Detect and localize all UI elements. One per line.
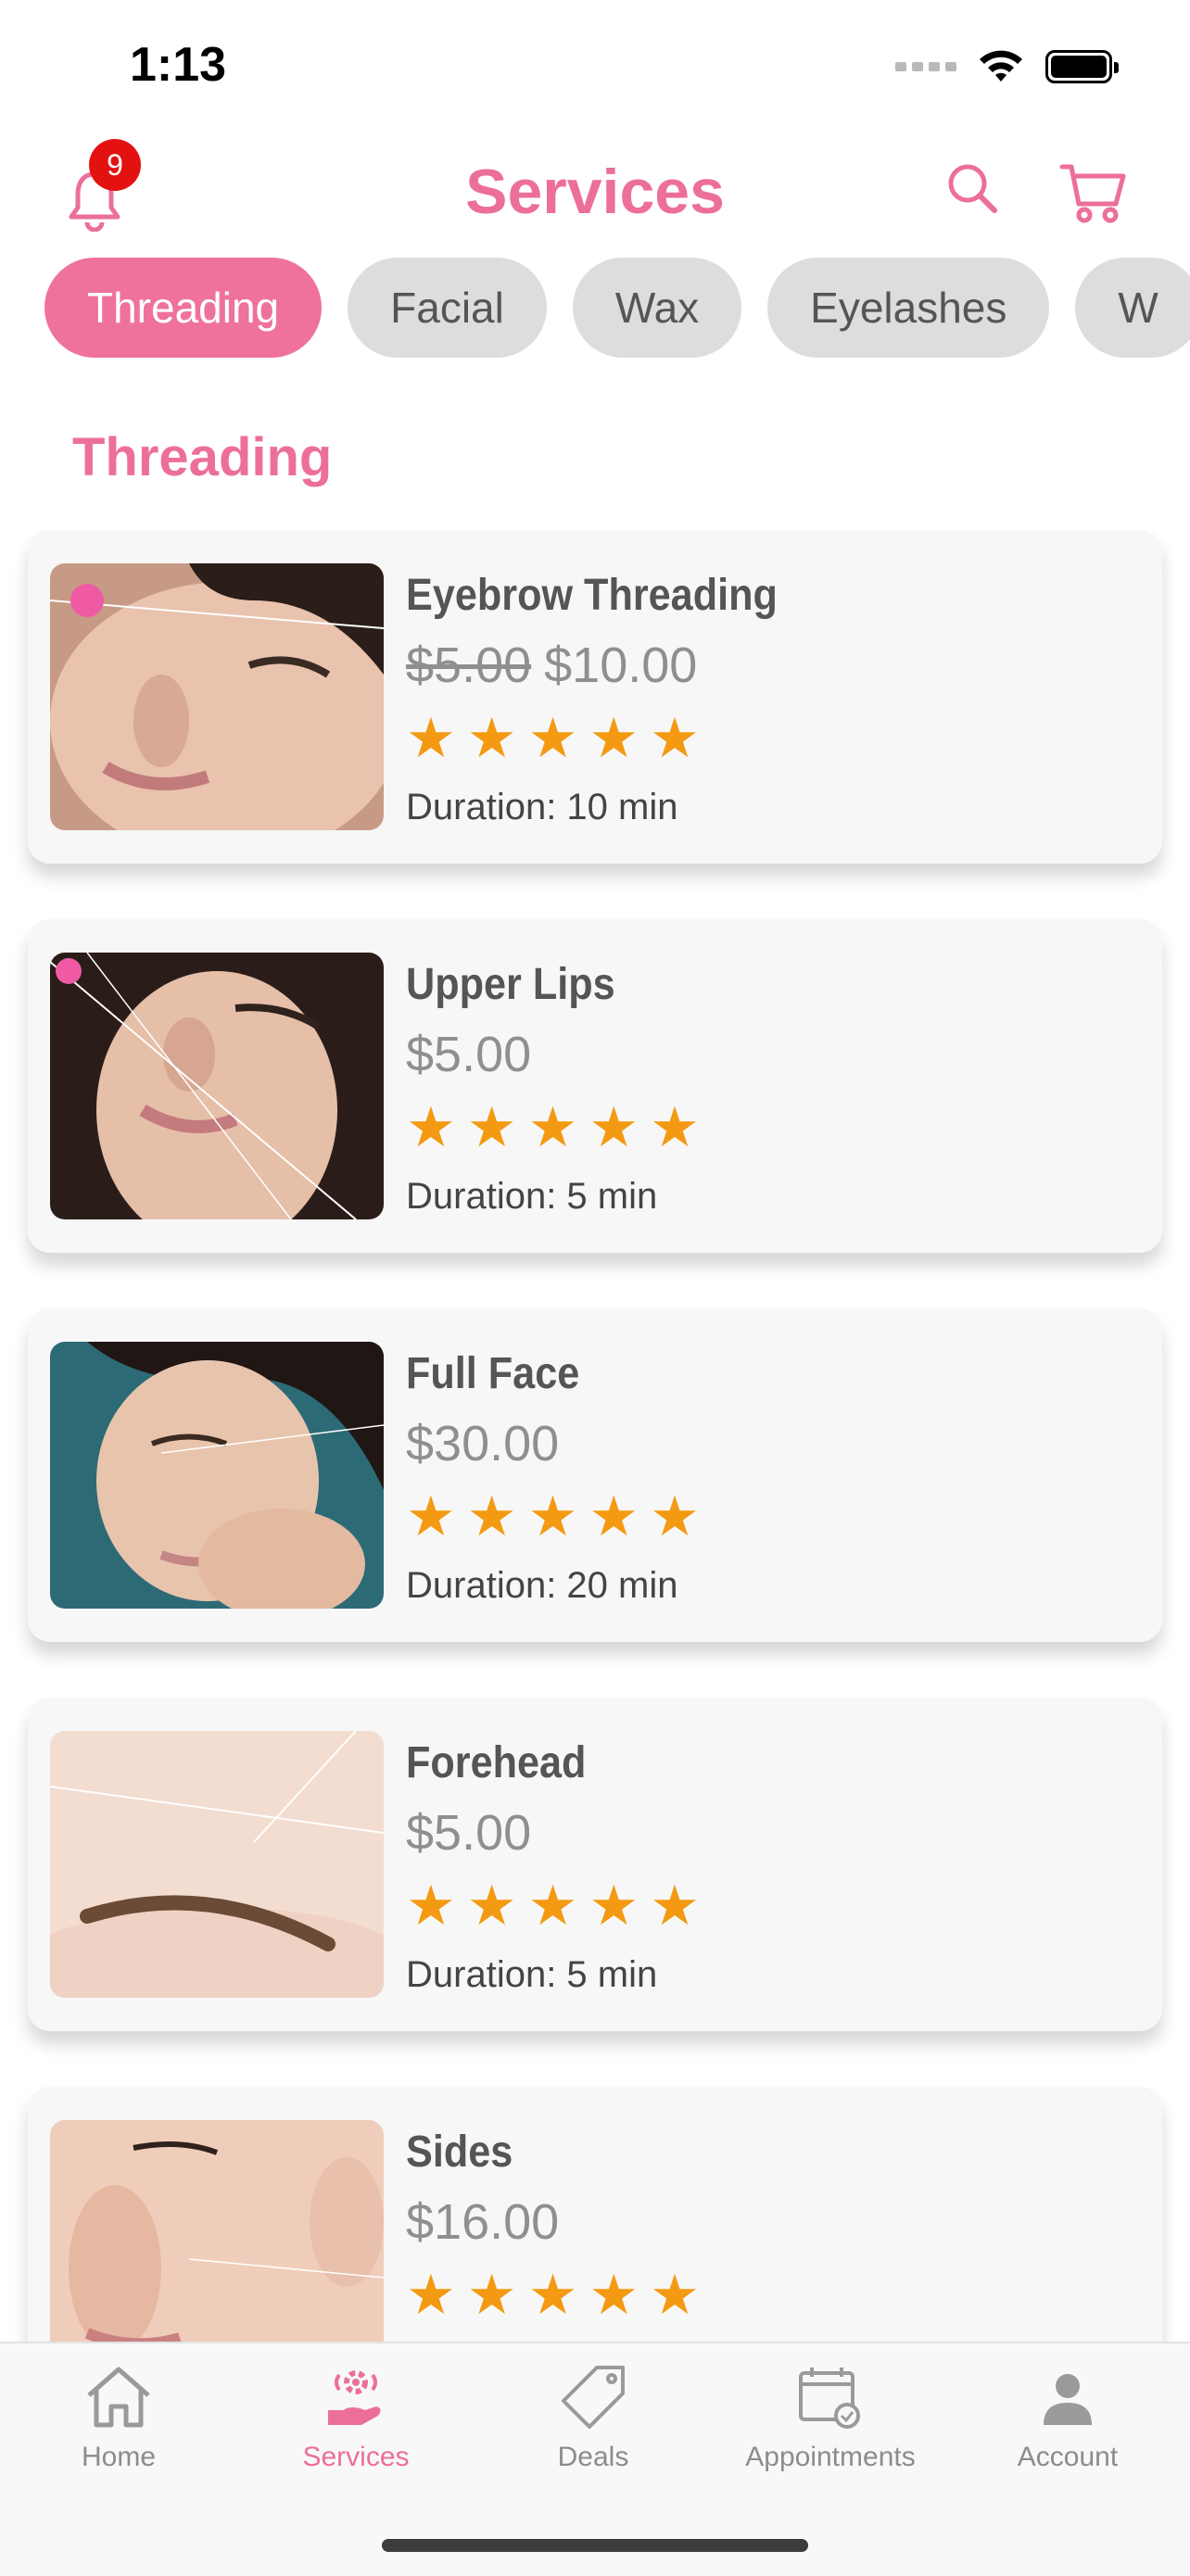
service-card[interactable]: Full Face $30.00 ★★★★★ Duration: 20 min xyxy=(28,1308,1162,1642)
service-price: $16.00 xyxy=(406,2185,1129,2259)
service-image xyxy=(50,953,384,1219)
service-list: Eyebrow Threading $5.00 $10.00 ★★★★★ Dura… xyxy=(0,530,1190,2342)
star-rating: ★★★★★ xyxy=(406,707,711,769)
service-name: Sides xyxy=(406,2128,513,2177)
service-image xyxy=(50,563,384,830)
tab-label: Services xyxy=(302,2442,410,2472)
original-price: $5.00 xyxy=(406,638,532,693)
cart-button[interactable] xyxy=(1058,158,1129,228)
tab-account[interactable]: Account xyxy=(949,2362,1186,2492)
status-bar: 1:13 xyxy=(0,0,1190,130)
service-image xyxy=(50,1731,384,1998)
tab-label: Appointments xyxy=(745,2442,916,2472)
service-info: Sides $16.00 ★★★★★ xyxy=(406,2120,1129,2342)
status-icons xyxy=(895,48,1119,85)
tag-icon xyxy=(562,2366,625,2429)
tab-label: Home xyxy=(81,2442,157,2472)
service-duration: Duration: 20 min xyxy=(406,1565,678,1606)
current-price: $30.00 xyxy=(406,1416,560,1471)
star-rating: ★★★★★ xyxy=(406,1096,711,1158)
header: 9 Services xyxy=(0,139,1190,250)
search-icon xyxy=(948,164,997,213)
service-image xyxy=(50,1342,384,1609)
tab-appointments[interactable]: Appointments xyxy=(712,2362,949,2492)
calendar-icon xyxy=(799,2368,860,2429)
wifi-icon xyxy=(980,50,1022,82)
chip-threading[interactable]: Threading xyxy=(44,258,323,358)
status-time: 1:13 xyxy=(130,38,227,92)
service-info: Eyebrow Threading $5.00 $10.00 ★★★★★ Dura… xyxy=(406,563,1129,840)
service-name: Eyebrow Threading xyxy=(406,571,778,620)
service-info: Full Face $30.00 ★★★★★ Duration: 20 min xyxy=(406,1342,1129,1618)
search-button[interactable] xyxy=(943,159,1001,217)
cart-icon xyxy=(1059,164,1126,223)
current-price: $16.00 xyxy=(406,2194,560,2250)
service-info: Upper Lips $5.00 ★★★★★ Duration: 5 min xyxy=(406,953,1129,1229)
service-duration: Duration: 10 min xyxy=(406,787,678,827)
signal-icon xyxy=(895,62,956,71)
tab-services[interactable]: Services xyxy=(237,2362,475,2492)
service-duration: Duration: 5 min xyxy=(406,1954,658,1995)
service-price: $30.00 xyxy=(406,1407,1129,1481)
chip-facial[interactable]: Facial xyxy=(348,258,547,358)
chip-eyelashes[interactable]: Eyelashes xyxy=(767,258,1050,358)
star-rating: ★★★★★ xyxy=(406,2264,711,2326)
tab-label: Account xyxy=(1017,2442,1119,2472)
service-name: Full Face xyxy=(406,1349,580,1398)
person-icon xyxy=(1044,2374,1092,2425)
service-duration: Duration: 5 min xyxy=(406,1176,658,1217)
tab-deals[interactable]: Deals xyxy=(475,2362,712,2492)
service-price: $5.00 xyxy=(406,1796,1129,1870)
services-icon xyxy=(328,2370,381,2425)
service-price: $5.00 $10.00 xyxy=(406,628,1129,702)
service-card[interactable]: Upper Lips $5.00 ★★★★★ Duration: 5 min xyxy=(28,919,1162,1253)
tab-home[interactable]: Home xyxy=(0,2362,237,2492)
current-price: $10.00 xyxy=(544,638,698,693)
service-info: Forehead $5.00 ★★★★★ Duration: 5 min xyxy=(406,1731,1129,2007)
star-rating: ★★★★★ xyxy=(406,1875,711,1937)
chip-more[interactable]: W xyxy=(1075,258,1190,358)
service-image xyxy=(50,2120,384,2342)
service-name: Upper Lips xyxy=(406,960,615,1009)
service-name: Forehead xyxy=(406,1738,587,1787)
battery-icon xyxy=(1045,50,1119,83)
home-icon xyxy=(87,2367,150,2428)
star-rating: ★★★★★ xyxy=(406,1485,711,1547)
current-price: $5.00 xyxy=(406,1027,532,1082)
section-title: Threading xyxy=(72,427,333,487)
home-indicator xyxy=(382,2539,808,2552)
tab-label: Deals xyxy=(557,2442,629,2472)
current-price: $5.00 xyxy=(406,1805,532,1861)
service-card[interactable]: Sides $16.00 ★★★★★ xyxy=(28,2087,1162,2342)
service-card[interactable]: Eyebrow Threading $5.00 $10.00 ★★★★★ Dura… xyxy=(28,530,1162,864)
service-duration xyxy=(406,2331,1129,2342)
service-price: $5.00 xyxy=(406,1017,1129,1092)
service-card[interactable]: Forehead $5.00 ★★★★★ Duration: 5 min xyxy=(28,1698,1162,2031)
category-chips: Threading Facial Wax Eyelashes W xyxy=(44,258,1190,360)
chip-wax[interactable]: Wax xyxy=(572,258,742,358)
page-title: Services xyxy=(465,157,725,227)
